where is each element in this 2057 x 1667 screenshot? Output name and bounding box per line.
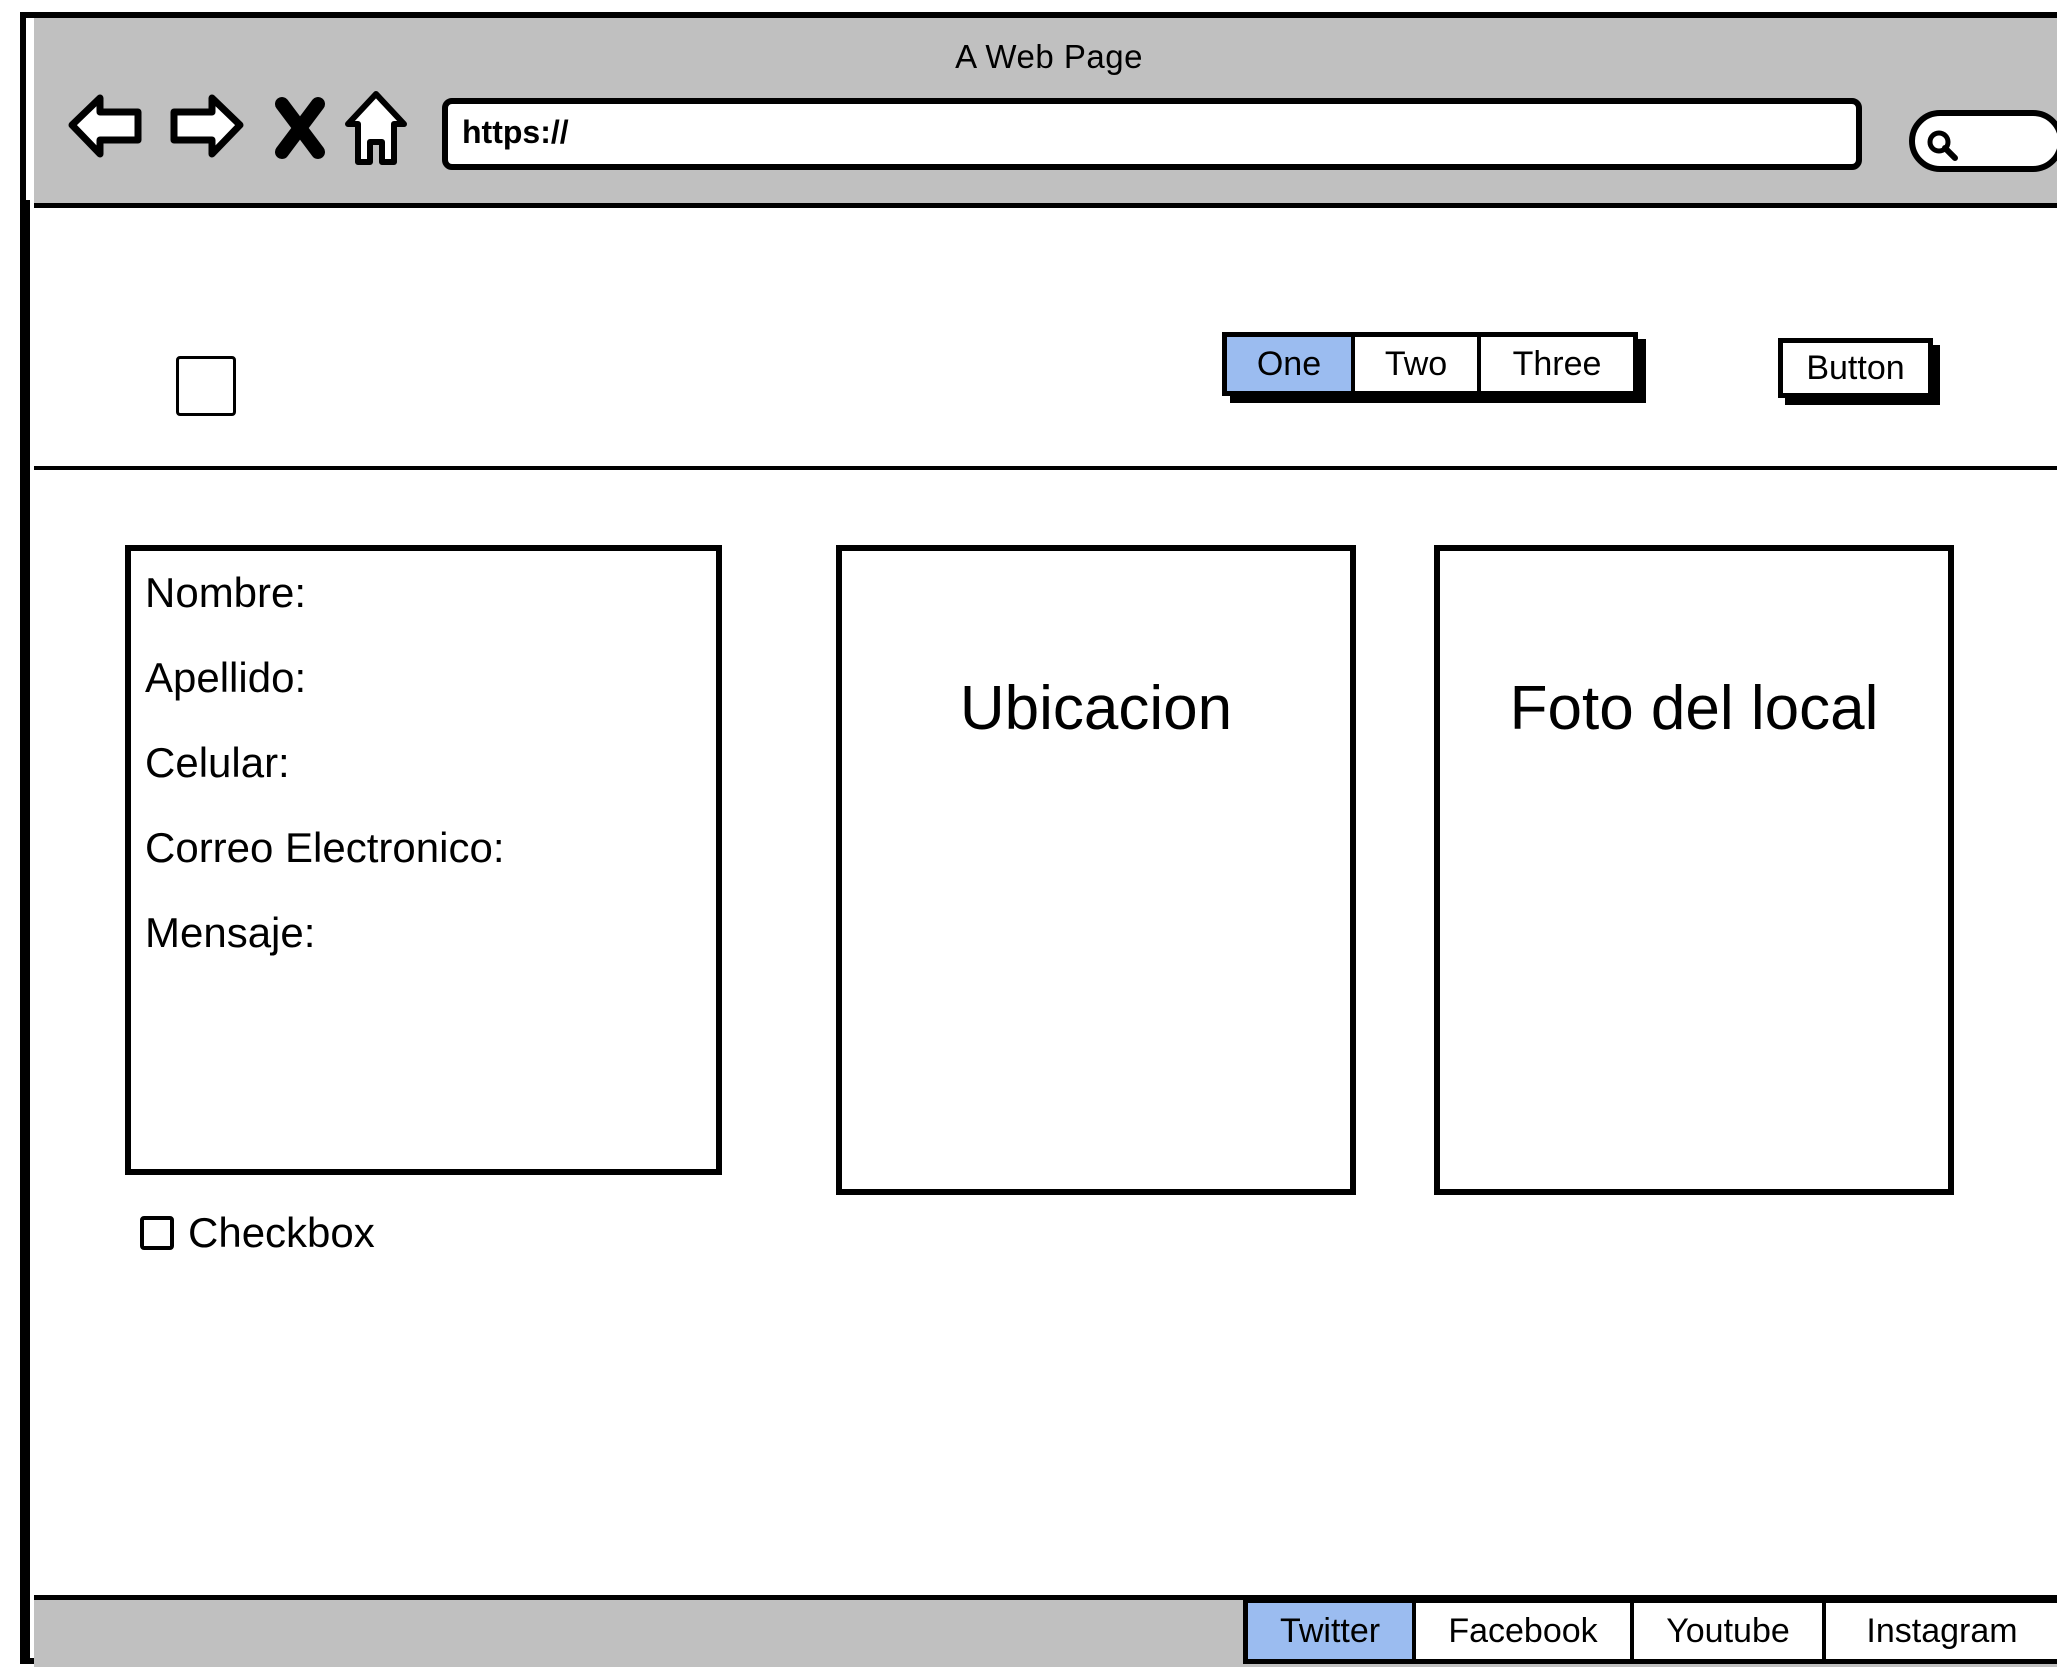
form-label-celular: Celular: <box>145 739 290 786</box>
header-tab-bar: One Two Three <box>1222 332 1638 396</box>
checkbox-label: Checkbox <box>188 1209 375 1256</box>
url-input[interactable]: https:// <box>442 98 1862 170</box>
form-label-nombre: Nombre: <box>145 569 307 616</box>
home-icon[interactable] <box>338 80 418 170</box>
social-links-bar: Twitter Facebook Youtube Instagram <box>1243 1598 2057 1664</box>
window-shadow <box>20 200 30 1660</box>
form-label-apellido: Apellido: <box>145 654 307 701</box>
form-label-correo: Correo Electronico: <box>145 824 505 871</box>
store-photo-panel: Foto del local <box>1434 545 1954 1195</box>
location-title: Ubicacion <box>959 674 1233 743</box>
social-link-instagram[interactable]: Instagram <box>1826 1603 2057 1659</box>
social-link-facebook[interactable]: Facebook <box>1416 1603 1634 1659</box>
header-button[interactable]: Button <box>1778 338 1933 398</box>
browser-titlebar: A Web Page https:// <box>34 18 2057 208</box>
close-x-icon[interactable] <box>266 80 346 170</box>
form-label-mensaje: Mensaje: <box>145 909 316 956</box>
back-arrow-icon[interactable] <box>66 80 146 170</box>
tab-two[interactable]: Two <box>1355 337 1481 391</box>
window-title: A Web Page <box>955 38 1143 75</box>
url-text: https:// <box>462 114 569 150</box>
tab-one[interactable]: One <box>1227 337 1355 391</box>
contact-form-panel: Nombre: Apellido: Celular: Correo Electr… <box>125 545 722 1175</box>
checkbox[interactable] <box>140 1216 174 1250</box>
browser-search-input[interactable] <box>1909 110 2057 172</box>
search-icon <box>1927 130 1958 161</box>
location-panel: Ubicacion <box>836 545 1356 1195</box>
logo-placeholder <box>176 356 236 416</box>
store-photo-title: Foto del local <box>1509 674 1879 743</box>
header-divider <box>34 466 2057 470</box>
social-link-twitter[interactable]: Twitter <box>1248 1603 1416 1659</box>
checkbox-row[interactable]: Checkbox <box>140 1208 375 1258</box>
social-link-youtube[interactable]: Youtube <box>1634 1603 1826 1659</box>
tab-three[interactable]: Three <box>1481 337 1633 391</box>
forward-arrow-icon[interactable] <box>166 80 246 170</box>
